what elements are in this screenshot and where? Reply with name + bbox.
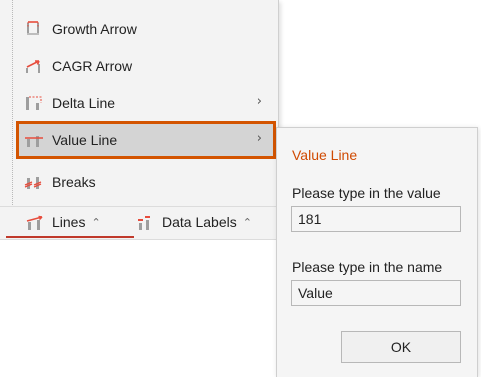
name-input[interactable] <box>291 280 461 306</box>
growth-arrow-icon <box>24 19 44 39</box>
active-tab-indicator <box>6 236 134 238</box>
chevron-right-icon: › <box>256 131 262 146</box>
ribbon-toolbar: Lines ⌃ Data Labels ⌃ <box>0 206 278 240</box>
menu-item-label: Value Line <box>52 132 118 148</box>
menu-item-growth-arrow[interactable]: Growth Arrow <box>18 12 274 46</box>
delta-line-icon <box>24 93 44 113</box>
lines-dropdown-button[interactable]: Lines ⌃ <box>26 207 101 237</box>
chevron-right-icon: › <box>256 94 262 109</box>
data-labels-label: Data Labels <box>162 214 237 230</box>
data-labels-dropdown-button[interactable]: Data Labels ⌃ <box>136 207 252 237</box>
name-field-label: Please type in the name <box>292 259 443 275</box>
lines-label: Lines <box>52 214 86 230</box>
lines-icon <box>26 213 44 231</box>
data-labels-icon <box>136 213 154 231</box>
ok-button[interactable]: OK <box>341 331 461 363</box>
menu-item-delta-line[interactable]: Delta Line › <box>18 86 274 120</box>
menu-item-value-line[interactable]: Value Line › <box>16 121 276 159</box>
value-input[interactable] <box>291 206 461 232</box>
panel-title: Value Line <box>292 147 358 163</box>
value-line-icon <box>24 130 44 150</box>
value-line-panel: Value Line Please type in the value Plea… <box>276 127 478 377</box>
breaks-icon <box>24 172 44 192</box>
chevron-up-icon: ⌃ <box>242 215 252 229</box>
menu-item-label: Delta Line <box>52 95 116 111</box>
menu-item-breaks[interactable]: Breaks <box>18 165 274 199</box>
menu-divider <box>12 0 13 207</box>
menu-item-label: Growth Arrow <box>52 21 137 37</box>
menu-item-cagr-arrow[interactable]: CAGR Arrow <box>18 49 274 83</box>
insert-lines-menu: Growth Arrow CAGR Arrow Delta Line › Val… <box>0 0 279 208</box>
menu-item-label: CAGR Arrow <box>52 58 133 74</box>
menu-item-label: Breaks <box>52 174 96 190</box>
cagr-arrow-icon <box>24 56 44 76</box>
chevron-up-icon: ⌃ <box>91 215 101 229</box>
value-field-label: Please type in the value <box>292 185 441 201</box>
